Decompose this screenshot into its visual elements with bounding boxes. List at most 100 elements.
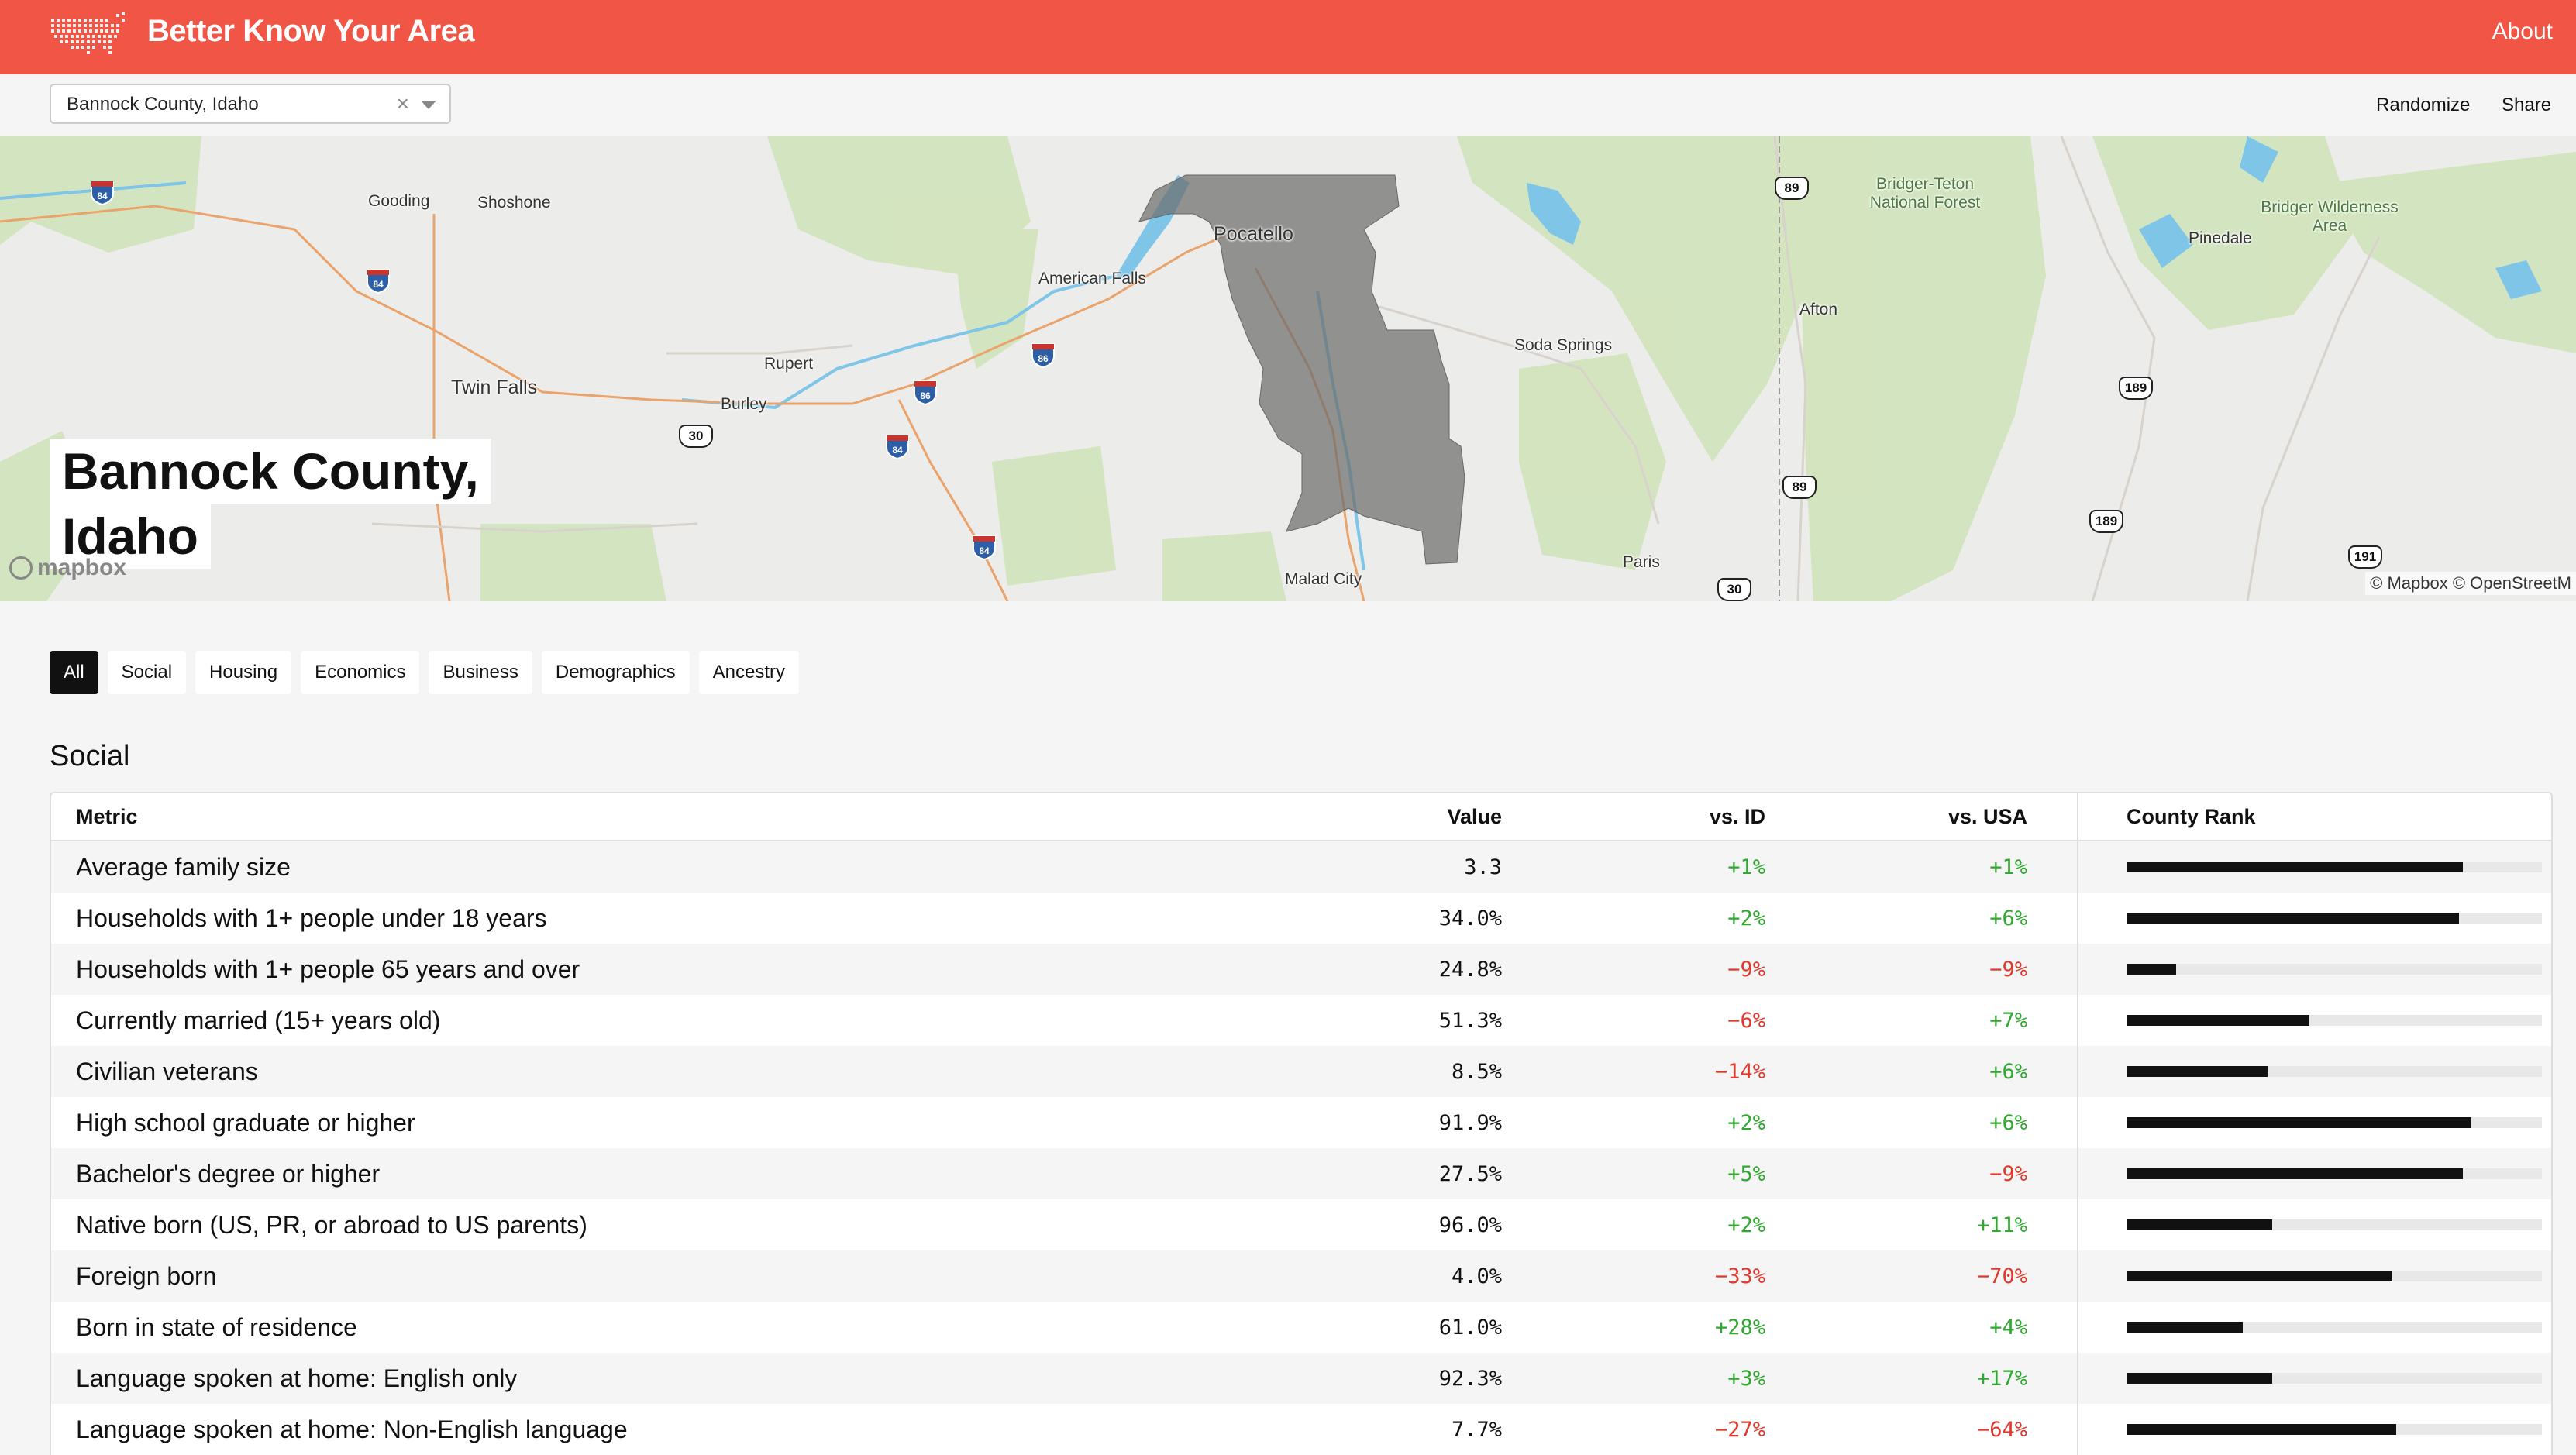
county-rank-cell bbox=[2077, 1148, 2551, 1199]
column-header-value[interactable]: Value bbox=[1269, 793, 1502, 841]
county-rank-cell bbox=[2077, 1250, 2551, 1302]
county-rank-bar-fill bbox=[2127, 862, 2464, 872]
tab-economics[interactable]: Economics bbox=[301, 651, 420, 694]
tab-demographics[interactable]: Demographics bbox=[541, 651, 690, 694]
county-rank-bar-fill bbox=[2127, 1117, 2471, 1128]
county-rank-bar[interactable] bbox=[2127, 1168, 2542, 1179]
column-header-vs-usa[interactable]: vs. USA bbox=[1765, 793, 2078, 841]
vs-usa-cell: +6% bbox=[1989, 1059, 2027, 1084]
county-rank-bar-fill bbox=[2127, 1066, 2268, 1077]
us-route-shield-icon: 189 bbox=[2119, 377, 2153, 400]
top-bar: Better Know Your Area About bbox=[0, 0, 2576, 74]
vs-usa-cell: −64% bbox=[1976, 1417, 2027, 1442]
place-label: Gooding bbox=[368, 192, 430, 210]
county-rank-bar[interactable] bbox=[2127, 1373, 2542, 1384]
vs-usa-cell: +1% bbox=[1989, 855, 2027, 879]
value-cell: 92.3% bbox=[1438, 1366, 1502, 1391]
vs-state-cell: −33% bbox=[1714, 1264, 1765, 1288]
tab-business[interactable]: Business bbox=[429, 651, 532, 694]
tab-ancestry[interactable]: Ancestry bbox=[698, 651, 799, 694]
county-rank-bar[interactable] bbox=[2127, 964, 2542, 975]
table-row[interactable]: Households with 1+ people under 18 years… bbox=[51, 893, 2551, 944]
county-map[interactable]: Gooding Shoshone American Falls Pocatell… bbox=[0, 136, 2576, 601]
column-header-county-rank[interactable]: County Rank bbox=[2077, 793, 2551, 841]
us-route-shield-icon: 89 bbox=[1782, 476, 1817, 499]
us-route-shield-icon: 30 bbox=[1717, 578, 1751, 601]
tab-social[interactable]: Social bbox=[107, 651, 187, 694]
metric-cell: Language spoken at home: English only bbox=[76, 1364, 518, 1392]
vs-state-cell: +2% bbox=[1727, 1110, 1765, 1135]
place-label: Pinedale bbox=[2189, 229, 2252, 247]
county-rank-bar[interactable] bbox=[2127, 1066, 2542, 1077]
svg-text:86: 86 bbox=[1038, 353, 1049, 364]
tab-all[interactable]: All bbox=[50, 651, 98, 694]
randomize-button[interactable]: Randomize bbox=[2376, 95, 2470, 116]
county-rank-bar[interactable] bbox=[2127, 1219, 2542, 1230]
county-rank-bar[interactable] bbox=[2127, 1271, 2542, 1281]
county-rank-bar-fill bbox=[2127, 1015, 2309, 1026]
place-label: Malad City bbox=[1285, 570, 1362, 588]
place-label: Afton bbox=[1799, 301, 1838, 318]
svg-text:86: 86 bbox=[920, 390, 931, 401]
county-rank-cell bbox=[2077, 1353, 2551, 1404]
metric-cell: Households with 1+ people 65 years and o… bbox=[76, 955, 580, 983]
county-rank-cell bbox=[2077, 1199, 2551, 1250]
table-row[interactable]: Bachelor's degree or higher 27.5% +5% −9% bbox=[51, 1148, 2551, 1199]
table-row[interactable]: Households with 1+ people 65 years and o… bbox=[51, 944, 2551, 995]
table-row[interactable]: Average family size 3.3 +1% +1% bbox=[51, 841, 2551, 893]
about-link[interactable]: About bbox=[2492, 19, 2553, 45]
county-rank-bar[interactable] bbox=[2127, 1322, 2542, 1333]
interstate-shield-icon: 84 bbox=[886, 435, 909, 460]
place-label: Rupert bbox=[764, 355, 814, 373]
county-rank-bar[interactable] bbox=[2127, 862, 2542, 872]
mapbox-logo[interactable]: mapbox bbox=[9, 555, 126, 581]
metrics-table: Metric Value vs. ID vs. USA County Rank … bbox=[50, 792, 2553, 1455]
place-label: Bridger Wilderness Area bbox=[2261, 198, 2399, 235]
county-select[interactable]: Bannock County, Idaho × bbox=[50, 84, 451, 124]
county-rank-bar[interactable] bbox=[2127, 1117, 2542, 1128]
vs-usa-cell: −9% bbox=[1989, 1161, 2027, 1186]
interstate-shield-icon: 86 bbox=[1031, 343, 1055, 369]
svg-text:84: 84 bbox=[892, 445, 903, 456]
interstate-shield-icon: 84 bbox=[367, 269, 390, 294]
app-title[interactable]: Better Know Your Area bbox=[147, 14, 475, 49]
vs-usa-cell: +4% bbox=[1989, 1315, 2027, 1340]
table-row[interactable]: Born in state of residence 61.0% +28% +4% bbox=[51, 1302, 2551, 1353]
clear-icon[interactable]: × bbox=[397, 91, 409, 116]
county-rank-bar[interactable] bbox=[2127, 913, 2542, 924]
county-rank-cell bbox=[2077, 1097, 2551, 1148]
column-header-vs-state[interactable]: vs. ID bbox=[1502, 793, 1765, 841]
vs-usa-cell: +7% bbox=[1989, 1008, 2027, 1033]
table-row[interactable]: Foreign born 4.0% −33% −70% bbox=[51, 1250, 2551, 1302]
vs-usa-cell: +17% bbox=[1976, 1366, 2027, 1391]
toolbar: Bannock County, Idaho × Randomize Share bbox=[0, 74, 2576, 136]
value-cell: 7.7% bbox=[1451, 1417, 1502, 1442]
metric-cell: Language spoken at home: Non-English lan… bbox=[76, 1415, 628, 1443]
value-cell: 8.5% bbox=[1451, 1059, 1502, 1084]
table-row[interactable]: Native born (US, PR, or abroad to US par… bbox=[51, 1199, 2551, 1250]
tab-housing[interactable]: Housing bbox=[195, 651, 292, 694]
us-map-dots-icon[interactable] bbox=[48, 8, 135, 62]
table-row[interactable]: Language spoken at home: English only 92.… bbox=[51, 1353, 2551, 1404]
value-cell: 91.9% bbox=[1438, 1110, 1502, 1135]
county-rank-bar[interactable] bbox=[2127, 1424, 2542, 1435]
county-highlight bbox=[1138, 174, 1465, 565]
map-attribution[interactable]: © Mapbox © OpenStreetM bbox=[2365, 572, 2576, 595]
table-row[interactable]: Civilian veterans 8.5% −14% +6% bbox=[51, 1046, 2551, 1097]
place-label: Burley bbox=[721, 395, 767, 413]
metric-cell: Currently married (15+ years old) bbox=[76, 1006, 441, 1034]
place-label: Shoshone bbox=[477, 194, 551, 212]
vs-usa-cell: +6% bbox=[1989, 1110, 2027, 1135]
place-label: Paris bbox=[1623, 553, 1660, 571]
share-button[interactable]: Share bbox=[2502, 95, 2551, 116]
place-label: Soda Springs bbox=[1514, 336, 1613, 354]
chevron-down-icon[interactable] bbox=[422, 101, 436, 109]
vs-state-cell: +2% bbox=[1727, 1212, 1765, 1237]
metric-cell: Civilian veterans bbox=[76, 1057, 258, 1085]
vs-state-cell: +1% bbox=[1727, 855, 1765, 879]
column-header-metric[interactable]: Metric bbox=[51, 793, 1269, 841]
table-row[interactable]: Currently married (15+ years old) 51.3% −6… bbox=[51, 995, 2551, 1046]
table-row[interactable]: High school graduate or higher 91.9% +2% +6… bbox=[51, 1097, 2551, 1148]
table-row[interactable]: Language spoken at home: Non-English lan… bbox=[51, 1404, 2551, 1455]
county-rank-bar[interactable] bbox=[2127, 1015, 2542, 1026]
